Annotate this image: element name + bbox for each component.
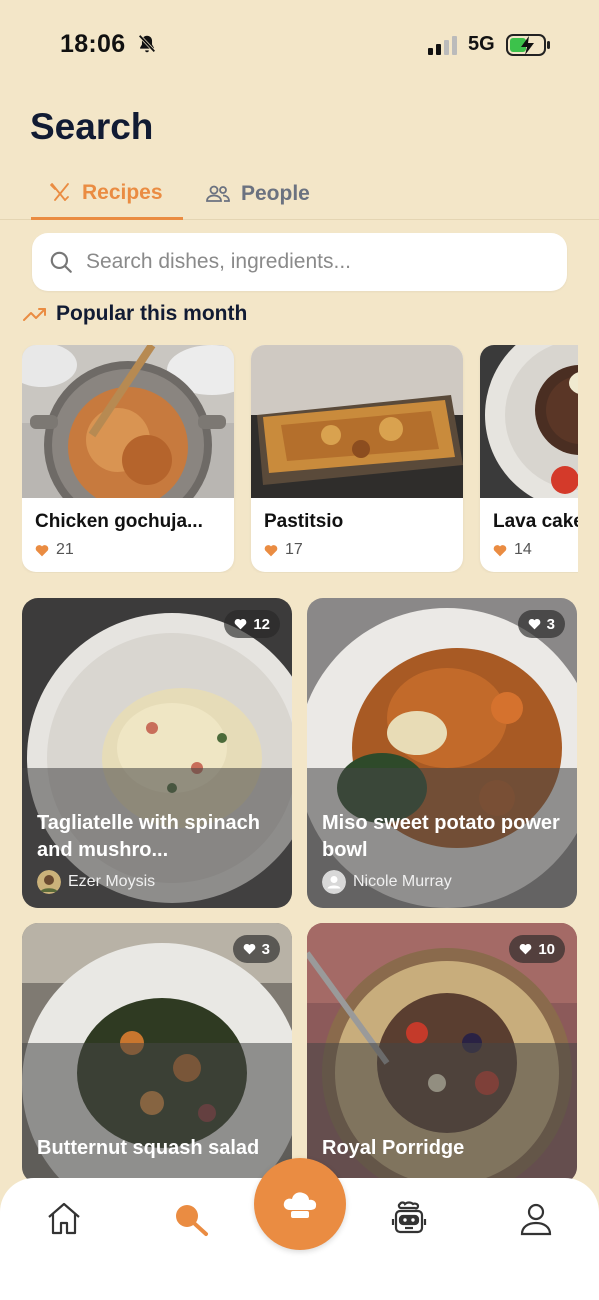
recipe-photo (22, 345, 234, 498)
recipe-photo (251, 345, 463, 498)
author-name: Nicole Murray (353, 873, 452, 890)
like-count: 3 (546, 615, 555, 633)
like-badge[interactable]: 3 (232, 935, 280, 963)
signal-icon (428, 36, 457, 55)
bell-slash-icon (138, 34, 156, 53)
tab-people-label: People (241, 182, 310, 205)
avatar (37, 870, 61, 894)
avatar (322, 870, 346, 894)
like-count: 3 (261, 940, 270, 958)
popular-card-like-count: 17 (285, 541, 303, 558)
popular-card-likes: 21 (35, 541, 74, 559)
card-overlay (307, 1043, 577, 1183)
search-input[interactable] (86, 250, 546, 274)
recipe-title: Butternut squash salad (37, 1137, 260, 1159)
network-label: 5G (468, 33, 495, 55)
recipe-card[interactable]: 12 Tagliatelle with spinach and mushro..… (22, 598, 292, 908)
card-overlay (22, 1043, 292, 1183)
battery-charging-icon (506, 34, 550, 56)
popular-card-title: Chicken gochuja... (35, 511, 203, 532)
robot-icon (391, 1201, 427, 1234)
author-name: Ezer Moysis (68, 873, 156, 890)
recipe-card[interactable]: 3 Miso sweet potato power bowl Nicole Mu… (307, 598, 577, 908)
popular-card[interactable]: Lava cake 14 (480, 345, 578, 572)
chef-hat-icon (283, 1192, 317, 1218)
tab-recipes-label: Recipes (82, 180, 163, 204)
like-count: 12 (253, 615, 270, 633)
popular-title: Popular this month (56, 302, 248, 325)
create-recipe-button[interactable] (254, 1158, 346, 1250)
recipe-title: Royal Porridge (322, 1137, 465, 1159)
like-badge[interactable]: 3 (517, 610, 565, 638)
like-badge[interactable]: 12 (224, 610, 280, 638)
recipe-author[interactable]: Nicole Murray (322, 870, 452, 894)
like-count: 10 (538, 940, 555, 958)
page-title: Search (30, 106, 154, 147)
nav-assistant[interactable] (387, 1197, 431, 1241)
users-icon (206, 185, 230, 202)
status-bar: 18:06 5G (0, 0, 599, 90)
heart-icon (493, 544, 507, 556)
heart-icon (35, 544, 49, 556)
popular-carousel[interactable]: Chicken gochuja... 21 Pastitsio 17 Lava … (22, 345, 578, 573)
search-bar[interactable] (32, 233, 567, 291)
heart-icon (528, 618, 541, 630)
utensils-icon (50, 182, 69, 201)
nav-home[interactable] (42, 1197, 86, 1241)
tab-recipes[interactable]: Recipes (31, 168, 183, 220)
heart-icon (519, 943, 532, 955)
popular-card[interactable]: Chicken gochuja... 21 (22, 345, 234, 572)
heart-icon (264, 544, 278, 556)
popular-card-likes: 14 (493, 541, 532, 559)
popular-card-like-count: 14 (514, 541, 532, 558)
recipe-title: Miso sweet potato power bowl (322, 812, 560, 861)
popular-heading: Popular this month (22, 302, 247, 326)
heart-icon (243, 943, 256, 955)
status-time: 18:06 (60, 30, 126, 58)
heart-icon (234, 618, 247, 630)
recipe-card[interactable]: 3 Butternut squash salad (22, 923, 292, 1183)
recipe-author[interactable]: Ezer Moysis (37, 870, 155, 894)
popular-card-title: Lava cake (493, 511, 578, 532)
nav-profile[interactable] (514, 1197, 558, 1241)
search-icon (50, 251, 72, 273)
popular-card[interactable]: Pastitsio 17 (251, 345, 463, 572)
home-icon (48, 1202, 80, 1235)
search-icon (176, 1205, 208, 1236)
profile-icon (520, 1203, 552, 1236)
tab-bar: Recipes People (0, 168, 599, 220)
tab-people[interactable]: People (205, 168, 310, 220)
recipe-title: Tagliatelle with spinach and mushro... (37, 812, 261, 861)
recipe-card[interactable]: 10 Royal Porridge (307, 923, 577, 1183)
recipe-photo (480, 345, 578, 498)
like-badge[interactable]: 10 (509, 935, 565, 963)
popular-card-title: Pastitsio (264, 511, 344, 532)
trending-up-icon (23, 308, 46, 321)
nav-search[interactable] (168, 1197, 212, 1241)
popular-card-like-count: 21 (56, 541, 74, 558)
popular-card-likes: 17 (264, 541, 303, 559)
